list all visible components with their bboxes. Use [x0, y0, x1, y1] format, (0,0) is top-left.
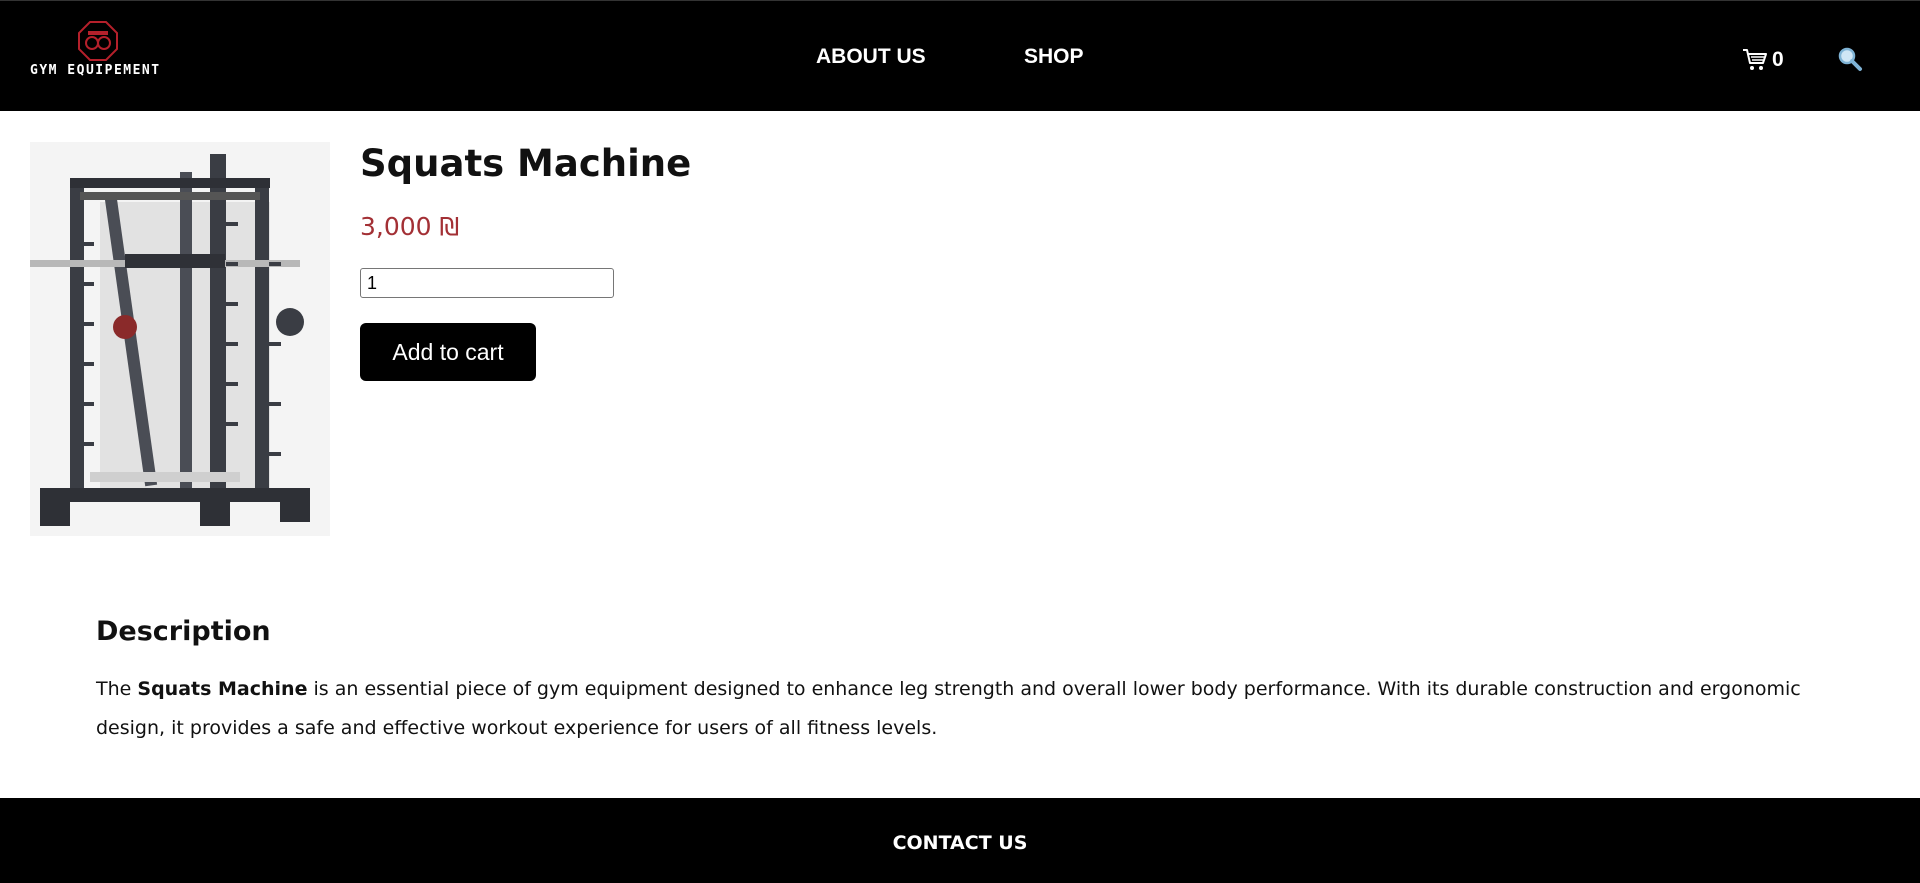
squats-machine-image	[30, 142, 330, 536]
cart-count: 0	[1772, 48, 1784, 71]
description-intro: The	[96, 678, 138, 700]
site-header: GYM EQUIPEMENT ABOUT US SHOP 0	[0, 0, 1920, 111]
nav-about-us[interactable]: ABOUT US	[816, 45, 926, 69]
description-product-name: Squats Machine	[137, 678, 308, 700]
product-price: 3,000 ₪	[360, 212, 460, 241]
description-text: The Squats Machine is an essential piece…	[96, 670, 1836, 748]
nav-shop[interactable]: SHOP	[1024, 45, 1084, 69]
contact-us-link[interactable]: CONTACT US	[0, 832, 1920, 854]
product-image	[30, 142, 330, 536]
product-title: Squats Machine	[360, 142, 692, 185]
add-to-cart-button[interactable]: Add to cart	[360, 323, 536, 381]
description-heading: Description	[96, 616, 271, 647]
cart-button[interactable]: 0	[1742, 45, 1784, 75]
search-icon	[1838, 47, 1862, 71]
search-button[interactable]	[1836, 45, 1864, 73]
description-body: is an essential piece of gym equipment d…	[96, 678, 1801, 739]
quantity-input[interactable]	[360, 268, 614, 298]
cart-icon	[1743, 49, 1767, 70]
main-nav: ABOUT US SHOP	[0, 45, 1920, 75]
site-footer: CONTACT US	[0, 798, 1920, 883]
